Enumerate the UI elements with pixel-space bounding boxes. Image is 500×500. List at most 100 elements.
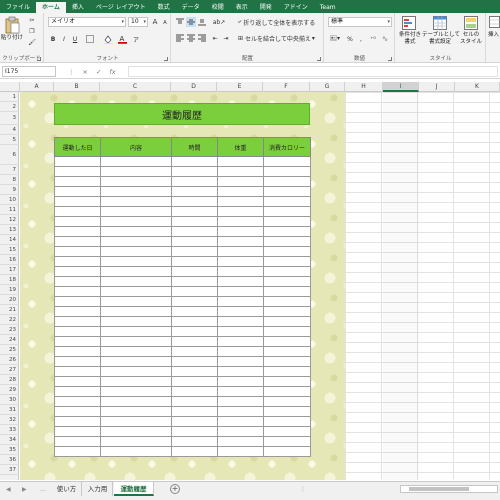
column-header[interactable]: A — [20, 82, 54, 92]
table-cell[interactable] — [171, 446, 218, 457]
align-bottom-icon[interactable] — [197, 17, 207, 27]
column-header[interactable]: J — [419, 82, 455, 92]
align-top-icon[interactable] — [175, 17, 185, 27]
cancel-icon[interactable]: × — [83, 68, 88, 76]
decrease-decimal-icon[interactable]: ⁰₀ — [380, 34, 390, 44]
column-header[interactable]: C — [100, 82, 171, 92]
percent-button[interactable]: % — [345, 34, 355, 44]
table-cell[interactable] — [171, 296, 218, 307]
scrollbar-thumb[interactable] — [409, 487, 469, 491]
row-header[interactable]: 4 — [0, 125, 19, 135]
table-cell[interactable] — [171, 396, 218, 407]
row-header[interactable]: 9 — [0, 185, 19, 195]
table-cell[interactable] — [171, 206, 218, 217]
table-cell[interactable] — [100, 326, 172, 337]
row-header[interactable]: 7 — [0, 165, 19, 175]
table-cell[interactable] — [263, 306, 311, 317]
table-cell[interactable] — [171, 306, 218, 317]
table-cell[interactable] — [100, 296, 172, 307]
table-cell[interactable] — [171, 236, 218, 247]
row-header[interactable]: 1 — [0, 92, 19, 102]
table-cell[interactable] — [217, 396, 264, 407]
table-cell[interactable] — [171, 186, 218, 197]
row-header[interactable]: 11 — [0, 205, 19, 215]
table-cell[interactable] — [100, 276, 172, 287]
font-name-select[interactable]: メイリオ ▾ — [48, 17, 126, 27]
table-cell[interactable] — [217, 266, 264, 277]
table-cell[interactable] — [100, 256, 172, 267]
row-header[interactable]: 5 — [0, 135, 19, 145]
table-cell[interactable] — [54, 256, 101, 267]
row-header[interactable]: 15 — [0, 245, 19, 255]
currency-icon[interactable]: 🖭▾ — [328, 34, 342, 44]
clipboard-launcher-icon[interactable] — [37, 57, 41, 61]
ribbon-tab[interactable]: Team — [314, 2, 342, 13]
table-cell[interactable] — [100, 226, 172, 237]
row-header[interactable]: 37 — [0, 465, 19, 475]
insert-cells-label[interactable]: 挿入 — [487, 32, 500, 39]
table-cell[interactable] — [217, 346, 264, 357]
table-cell[interactable] — [54, 386, 101, 397]
table-cell[interactable] — [217, 176, 264, 187]
table-cell[interactable] — [100, 266, 172, 277]
table-cell[interactable] — [54, 276, 101, 287]
table-header-cell[interactable]: 内容 — [100, 137, 172, 157]
table-cell[interactable] — [100, 216, 172, 227]
table-cell[interactable] — [217, 166, 264, 177]
table-cell[interactable] — [100, 336, 172, 347]
table-cell[interactable] — [263, 366, 311, 377]
row-header[interactable]: 3 — [0, 112, 19, 125]
table-cell[interactable] — [171, 366, 218, 377]
paste-button-label[interactable]: 貼り付け — [0, 35, 24, 42]
table-cell[interactable] — [263, 326, 311, 337]
table-cell[interactable] — [54, 406, 101, 417]
table-header-cell[interactable]: 消費カロリー — [263, 137, 311, 157]
border-icon[interactable] — [85, 34, 95, 44]
table-cell[interactable] — [100, 356, 172, 367]
table-cell[interactable] — [217, 436, 264, 447]
table-cell[interactable] — [217, 226, 264, 237]
table-cell[interactable] — [263, 286, 311, 297]
table-cell[interactable] — [54, 396, 101, 407]
table-header-cell[interactable]: 運動した日 — [54, 137, 101, 157]
table-cell[interactable] — [171, 286, 218, 297]
table-cell[interactable] — [217, 416, 264, 427]
phonetic-icon[interactable]: ア — [131, 34, 141, 44]
copy-icon[interactable]: ❐ — [27, 26, 37, 36]
table-cell[interactable] — [263, 346, 311, 357]
table-cell[interactable] — [100, 246, 172, 257]
align-left-icon[interactable] — [175, 33, 185, 43]
table-cell[interactable] — [54, 346, 101, 357]
merge-center-button[interactable]: ⊞ セルを結合して中央揃え ▾ — [238, 33, 315, 43]
worksheet-grid[interactable]: ABCDEFGHIJK 1 2 3 4 5 6 7 8 9 10 11 12 13 14 15 16 17 18 1… — [0, 82, 500, 480]
number-launcher-icon[interactable] — [388, 57, 392, 61]
row-header[interactable]: 35 — [0, 445, 19, 455]
row-header[interactable]: 26 — [0, 355, 19, 365]
table-cell[interactable] — [217, 186, 264, 197]
table-cell[interactable] — [263, 256, 311, 267]
table-cell[interactable] — [171, 256, 218, 267]
table-cell[interactable] — [171, 196, 218, 207]
table-cell[interactable] — [100, 406, 172, 417]
cut-icon[interactable]: ✂ — [27, 15, 37, 25]
row-header[interactable]: 23 — [0, 325, 19, 335]
tab-split-icon[interactable]: ⋮ — [300, 486, 306, 493]
cell-styles-icon[interactable] — [463, 15, 479, 31]
table-cell[interactable] — [100, 186, 172, 197]
table-cell[interactable] — [54, 226, 101, 237]
table-cell[interactable] — [54, 326, 101, 337]
table-cell[interactable] — [100, 156, 172, 167]
table-cell[interactable] — [217, 196, 264, 207]
fill-color-icon[interactable] — [103, 34, 113, 44]
insert-cells-icon[interactable] — [488, 15, 500, 29]
cell-styles-label[interactable]: セルの スタイル — [458, 32, 484, 46]
table-cell[interactable] — [54, 376, 101, 387]
orientation-icon[interactable]: ab↗ — [213, 17, 226, 27]
align-center-icon[interactable] — [186, 33, 196, 43]
table-cell[interactable] — [171, 266, 218, 277]
table-cell[interactable] — [171, 276, 218, 287]
table-cell[interactable] — [54, 426, 101, 437]
table-cell[interactable] — [217, 256, 264, 267]
column-header[interactable]: I — [383, 82, 419, 92]
table-cell[interactable] — [171, 176, 218, 187]
